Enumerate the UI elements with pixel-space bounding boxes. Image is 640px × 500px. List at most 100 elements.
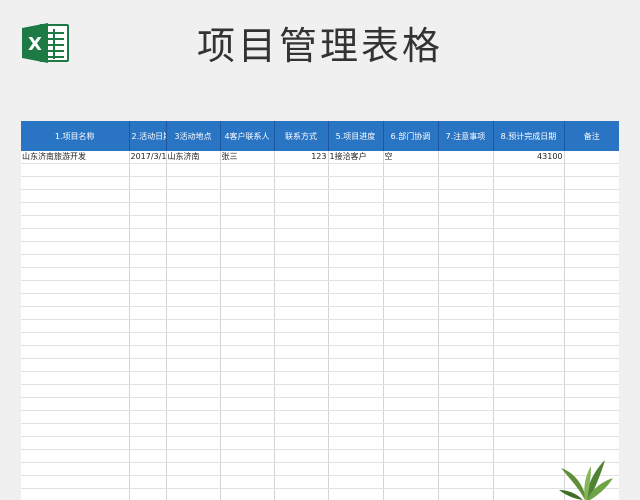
table-cell[interactable] bbox=[328, 319, 384, 333]
table-cell[interactable] bbox=[21, 397, 130, 411]
table-cell[interactable] bbox=[328, 293, 384, 307]
table-cell[interactable] bbox=[129, 475, 167, 489]
table-cell[interactable] bbox=[564, 241, 619, 255]
table-cell[interactable] bbox=[493, 241, 565, 255]
table-cell[interactable] bbox=[438, 280, 494, 294]
table-cell[interactable] bbox=[383, 449, 439, 463]
table-cell[interactable] bbox=[129, 306, 167, 320]
table-cell[interactable] bbox=[166, 345, 221, 359]
table-cell[interactable] bbox=[274, 449, 329, 463]
table-cell[interactable] bbox=[493, 371, 565, 385]
table-cell[interactable]: 山东济南旅游开发 bbox=[21, 151, 130, 164]
table-cell[interactable] bbox=[21, 358, 130, 372]
table-cell[interactable] bbox=[220, 371, 275, 385]
table-cell[interactable] bbox=[328, 475, 384, 489]
table-cell[interactable] bbox=[328, 163, 384, 177]
column-header[interactable]: 3活动地点 bbox=[166, 121, 221, 151]
table-cell[interactable] bbox=[129, 293, 167, 307]
table-cell[interactable] bbox=[129, 410, 167, 424]
table-cell[interactable] bbox=[166, 332, 221, 346]
table-cell[interactable] bbox=[493, 163, 565, 177]
table-cell[interactable] bbox=[564, 436, 619, 450]
table-cell[interactable] bbox=[383, 280, 439, 294]
table-cell[interactable] bbox=[564, 267, 619, 281]
table-cell[interactable] bbox=[21, 189, 130, 203]
table-cell[interactable] bbox=[383, 462, 439, 476]
table-cell[interactable] bbox=[220, 280, 275, 294]
table-cell[interactable] bbox=[220, 345, 275, 359]
table-cell[interactable] bbox=[166, 488, 221, 500]
table-cell[interactable] bbox=[220, 215, 275, 229]
table-cell[interactable] bbox=[493, 306, 565, 320]
table-cell[interactable] bbox=[21, 267, 130, 281]
table-cell[interactable] bbox=[328, 215, 384, 229]
table-cell[interactable] bbox=[21, 423, 130, 437]
table-cell[interactable] bbox=[564, 293, 619, 307]
table-cell[interactable] bbox=[328, 345, 384, 359]
table-cell[interactable] bbox=[220, 202, 275, 216]
table-cell[interactable] bbox=[383, 345, 439, 359]
table-cell[interactable] bbox=[274, 410, 329, 424]
table-cell[interactable] bbox=[328, 488, 384, 500]
table-cell[interactable] bbox=[21, 241, 130, 255]
table-cell[interactable]: 张三 bbox=[220, 151, 275, 164]
table-cell[interactable] bbox=[493, 176, 565, 190]
table-cell[interactable] bbox=[328, 306, 384, 320]
table-cell[interactable] bbox=[166, 397, 221, 411]
table-cell[interactable] bbox=[21, 488, 130, 500]
table-cell[interactable] bbox=[438, 189, 494, 203]
table-cell[interactable] bbox=[328, 332, 384, 346]
table-cell[interactable] bbox=[220, 293, 275, 307]
column-header[interactable]: 8.预计完成日期 bbox=[493, 121, 565, 151]
table-cell[interactable] bbox=[21, 436, 130, 450]
table-cell[interactable] bbox=[328, 449, 384, 463]
table-cell[interactable] bbox=[129, 397, 167, 411]
table-cell[interactable] bbox=[21, 332, 130, 346]
table-cell[interactable] bbox=[328, 423, 384, 437]
table-cell[interactable] bbox=[274, 488, 329, 500]
table-cell[interactable] bbox=[220, 384, 275, 398]
table-cell[interactable] bbox=[438, 397, 494, 411]
table-cell[interactable] bbox=[438, 293, 494, 307]
column-header[interactable]: 2.活动日期 bbox=[129, 121, 167, 151]
table-cell[interactable] bbox=[220, 241, 275, 255]
table-cell[interactable] bbox=[21, 202, 130, 216]
table-cell[interactable] bbox=[493, 267, 565, 281]
table-cell[interactable] bbox=[564, 151, 619, 164]
table-cell[interactable] bbox=[328, 358, 384, 372]
table-cell[interactable] bbox=[383, 332, 439, 346]
table-cell[interactable] bbox=[274, 358, 329, 372]
table-cell[interactable]: 43100 bbox=[493, 151, 565, 164]
table-cell[interactable] bbox=[21, 371, 130, 385]
table-cell[interactable] bbox=[274, 397, 329, 411]
table-cell[interactable] bbox=[328, 189, 384, 203]
table-cell[interactable] bbox=[383, 488, 439, 500]
table-cell[interactable] bbox=[166, 436, 221, 450]
table-cell[interactable] bbox=[220, 163, 275, 177]
table-cell[interactable] bbox=[438, 371, 494, 385]
table-cell[interactable] bbox=[438, 202, 494, 216]
table-cell[interactable] bbox=[328, 384, 384, 398]
table-cell[interactable] bbox=[438, 267, 494, 281]
table-cell[interactable] bbox=[383, 293, 439, 307]
table-cell[interactable] bbox=[129, 319, 167, 333]
table-cell[interactable] bbox=[166, 202, 221, 216]
table-cell[interactable] bbox=[166, 176, 221, 190]
table-cell[interactable] bbox=[438, 423, 494, 437]
table-cell[interactable] bbox=[166, 358, 221, 372]
table-cell[interactable] bbox=[328, 371, 384, 385]
table-cell[interactable] bbox=[564, 189, 619, 203]
table-cell[interactable] bbox=[493, 280, 565, 294]
table-cell[interactable] bbox=[493, 423, 565, 437]
table-cell[interactable] bbox=[21, 215, 130, 229]
table-cell[interactable] bbox=[129, 423, 167, 437]
table-cell[interactable] bbox=[274, 228, 329, 242]
table-cell[interactable] bbox=[274, 436, 329, 450]
table-cell[interactable] bbox=[129, 345, 167, 359]
table-cell[interactable] bbox=[274, 384, 329, 398]
table-cell[interactable] bbox=[438, 332, 494, 346]
table-cell[interactable] bbox=[129, 202, 167, 216]
table-cell[interactable] bbox=[129, 163, 167, 177]
table-cell[interactable] bbox=[274, 254, 329, 268]
table-cell[interactable] bbox=[21, 306, 130, 320]
